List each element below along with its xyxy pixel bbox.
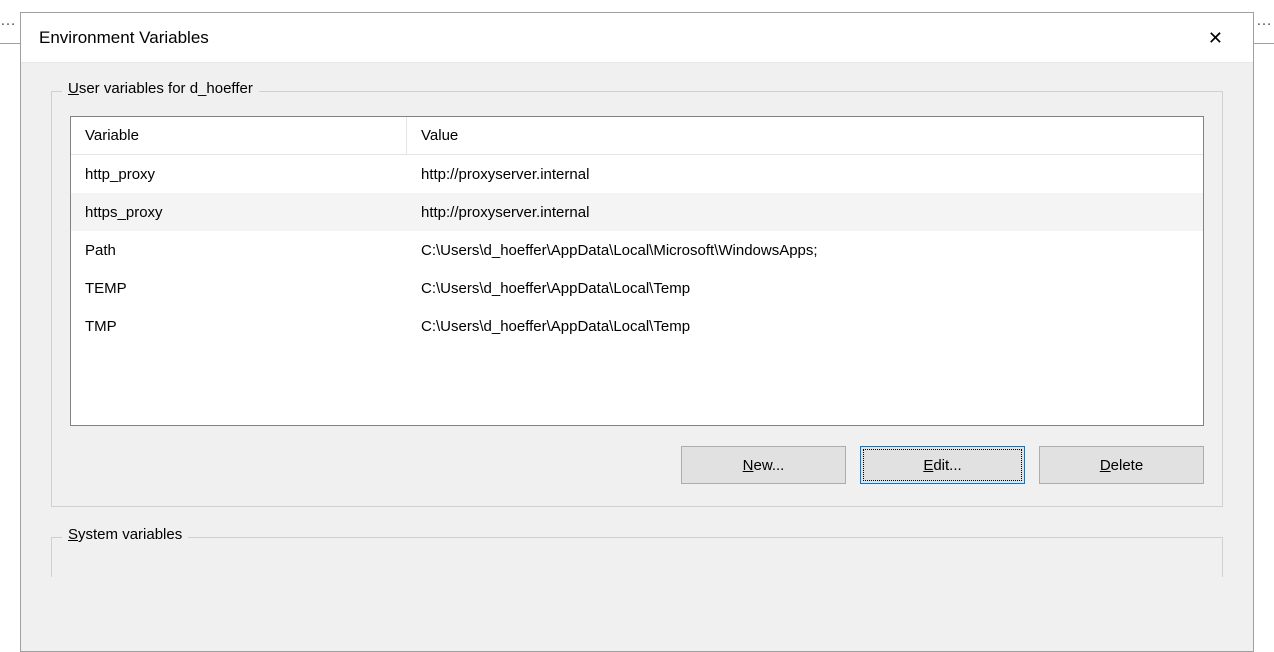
system-variables-group: System variables [51,537,1223,577]
user-variables-legend-text: ser variables for d_hoeffer [79,80,253,97]
delete-button[interactable]: Delete [1039,446,1204,484]
cell-variable: TMP [71,318,407,335]
user-variables-group: User variables for d_hoeffer Variable Va… [51,91,1223,507]
truncation-dots-left: … [0,12,18,30]
truncation-dots-right: … [1256,12,1274,30]
list-row[interactable]: https_proxyhttp://proxyserver.internal [71,193,1203,231]
list-row[interactable]: TMPC:\Users\d_hoeffer\AppData\Local\Temp [71,307,1203,345]
cell-variable: Path [71,242,407,259]
close-button[interactable]: ✕ [1196,21,1235,55]
list-row[interactable]: PathC:\Users\d_hoeffer\AppData\Local\Mic… [71,231,1203,269]
new-button-label: ew... [753,457,784,474]
cell-value: C:\Users\d_hoeffer\AppData\Local\Temp [407,318,1203,335]
environment-variables-dialog: Environment Variables ✕ User variables f… [20,12,1254,652]
column-header-variable[interactable]: Variable [71,117,407,154]
user-variables-legend-mnemonic: U [68,80,79,97]
dialog-client-area: User variables for d_hoeffer Variable Va… [21,63,1253,651]
delete-button-mnemonic: D [1100,457,1111,474]
cell-value: http://proxyserver.internal [407,204,1203,221]
close-icon: ✕ [1208,28,1223,48]
system-variables-legend-text: ystem variables [78,526,182,543]
column-header-value[interactable]: Value [407,117,1203,154]
user-variables-list[interactable]: Variable Value http_proxyhttp://proxyser… [70,116,1204,426]
list-header: Variable Value [71,117,1203,155]
delete-button-label: elete [1111,457,1144,474]
cell-value: http://proxyserver.internal [407,166,1203,183]
dialog-title: Environment Variables [39,28,209,48]
cell-value: C:\Users\d_hoeffer\AppData\Local\Microso… [407,242,1203,259]
system-variables-legend: System variables [62,526,188,543]
list-body: http_proxyhttp://proxyserver.internalhtt… [71,155,1203,345]
edit-button-mnemonic: E [923,457,933,474]
user-variables-legend: User variables for d_hoeffer [62,80,259,97]
cell-value: C:\Users\d_hoeffer\AppData\Local\Temp [407,280,1203,297]
cell-variable: TEMP [71,280,407,297]
list-row[interactable]: http_proxyhttp://proxyserver.internal [71,155,1203,193]
edit-button-label: dit... [933,457,961,474]
cell-variable: http_proxy [71,166,407,183]
cell-variable: https_proxy [71,204,407,221]
new-button[interactable]: New... [681,446,846,484]
edit-button[interactable]: Edit... [860,446,1025,484]
system-variables-legend-mnemonic: S [68,526,78,543]
dialog-titlebar: Environment Variables ✕ [21,13,1253,63]
user-variables-buttons: New... Edit... Delete [70,446,1204,484]
new-button-mnemonic: N [743,457,754,474]
list-row[interactable]: TEMPC:\Users\d_hoeffer\AppData\Local\Tem… [71,269,1203,307]
